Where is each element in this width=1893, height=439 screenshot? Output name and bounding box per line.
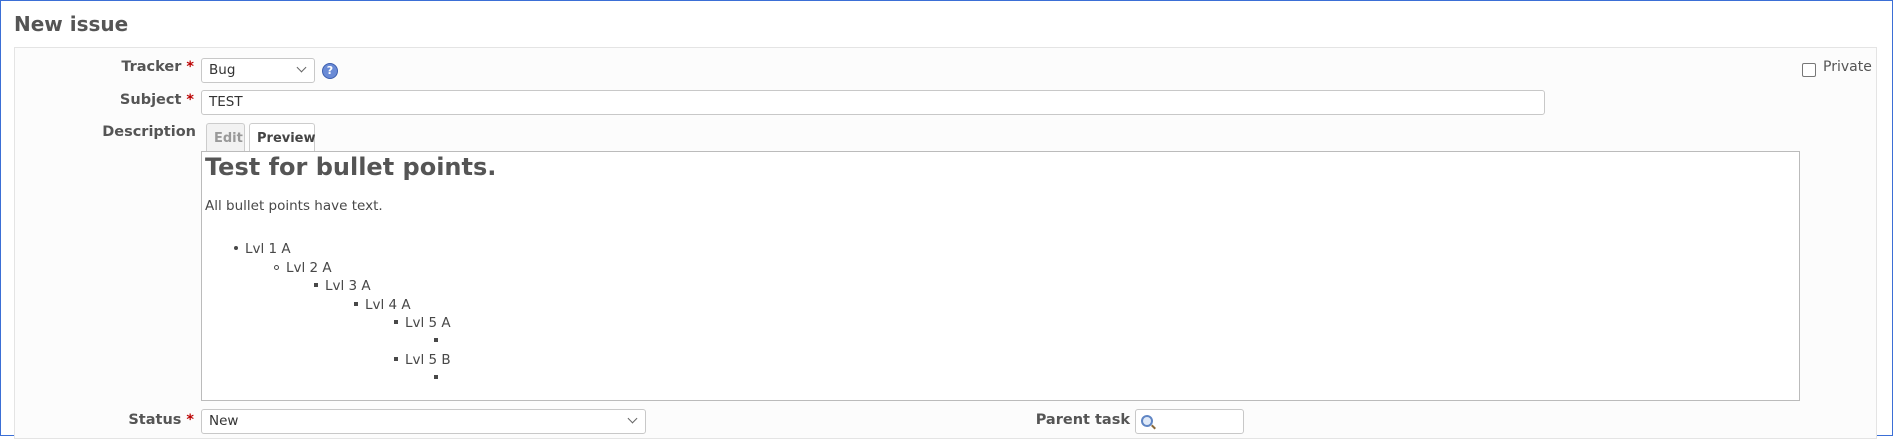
- status-label: Status *: [14, 412, 194, 428]
- tab-preview[interactable]: Preview: [249, 123, 316, 152]
- list-item: [434, 370, 445, 386]
- list-item: Lvl 2 A: [274, 260, 332, 276]
- chevron-down-icon: [296, 62, 307, 73]
- chevron-down-icon: [627, 413, 638, 424]
- help-icon[interactable]: ?: [322, 63, 338, 79]
- tracker-label-text: Tracker: [121, 59, 182, 75]
- bullet-marker: [434, 338, 438, 342]
- status-label-text: Status: [128, 412, 182, 428]
- list-item-text: Lvl 5 B: [405, 352, 451, 368]
- status-select[interactable]: New: [201, 409, 646, 434]
- description-label: Description: [102, 124, 196, 140]
- list-item: [434, 333, 445, 349]
- tracker-select-value: Bug: [209, 62, 236, 78]
- list-item: Lvl 1 A: [234, 241, 291, 257]
- search-icon: [1141, 415, 1153, 427]
- private-checkbox[interactable]: [1802, 63, 1816, 77]
- bullet-marker: [314, 283, 318, 287]
- required-mark: *: [186, 59, 194, 75]
- bullet-marker: [274, 264, 279, 270]
- subject-input-value: TEST: [209, 94, 243, 110]
- tracker-label: Tracker *: [14, 59, 194, 75]
- bullet-marker: [434, 375, 438, 379]
- list-item-text: Lvl 4 A: [365, 297, 411, 313]
- list-item-text: Lvl 2 A: [286, 260, 332, 276]
- bullet-marker: [394, 357, 398, 361]
- list-item-text: Lvl 5 A: [405, 315, 451, 331]
- subject-label: Subject *: [14, 92, 194, 108]
- bullet-marker: [354, 302, 358, 306]
- parent-task-label: Parent task: [1035, 412, 1130, 428]
- list-item: Lvl 5 A: [394, 315, 451, 331]
- bullet-marker: [394, 320, 398, 324]
- list-item-text: Lvl 3 A: [325, 278, 371, 294]
- page-title: New issue: [14, 12, 129, 36]
- status-select-value: New: [209, 413, 239, 429]
- subject-label-text: Subject: [119, 92, 182, 108]
- required-mark: *: [186, 92, 194, 108]
- list-item: Lvl 5 B: [394, 352, 451, 368]
- description-preview: Test for bullet points. All bullet point…: [201, 151, 1800, 401]
- private-label: Private: [1823, 59, 1872, 75]
- list-item: Lvl 4 A: [354, 297, 411, 313]
- preview-paragraph: All bullet points have text.: [205, 198, 383, 214]
- preview-heading: Test for bullet points.: [205, 153, 497, 181]
- parent-task-input[interactable]: [1135, 409, 1244, 434]
- list-item-text: Lvl 1 A: [245, 241, 291, 257]
- list-item: Lvl 3 A: [314, 278, 371, 294]
- tracker-select[interactable]: Bug: [201, 58, 315, 83]
- required-mark: *: [186, 412, 194, 428]
- subject-input[interactable]: TEST: [201, 90, 1545, 115]
- tab-edit[interactable]: Edit: [206, 123, 245, 151]
- bullet-marker: [234, 246, 238, 250]
